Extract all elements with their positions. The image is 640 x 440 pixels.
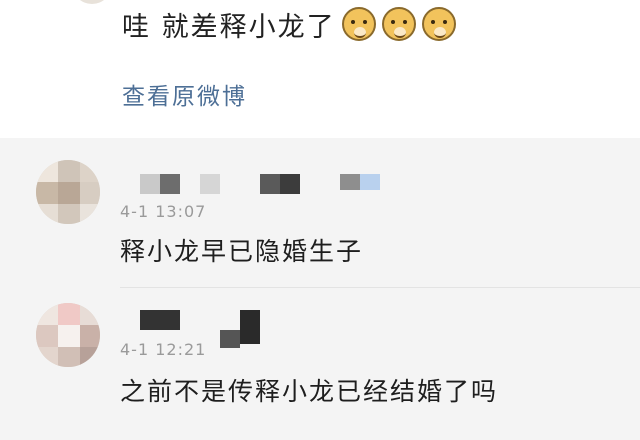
doge-icon bbox=[341, 7, 376, 41]
doge-icon bbox=[381, 7, 416, 41]
doge-icon bbox=[421, 7, 456, 41]
avatar-mosaic-tile bbox=[58, 160, 80, 182]
avatar-mosaic-tile bbox=[36, 325, 58, 347]
redaction-block bbox=[140, 310, 180, 330]
avatar-mosaic-tile bbox=[58, 182, 80, 204]
redaction-block bbox=[240, 310, 260, 344]
comment-item: 4-1 12:21 之前不是传释小龙已经结婚了吗 bbox=[0, 288, 640, 440]
avatar-mosaic-tile bbox=[58, 204, 80, 224]
redaction-block bbox=[160, 174, 180, 194]
comment-text: 释小龙早已隐婚生子 bbox=[120, 237, 364, 266]
comment-timestamp: 4-1 12:21 bbox=[120, 340, 207, 359]
avatar-mosaic-tile bbox=[36, 160, 58, 182]
emoji-row bbox=[341, 7, 456, 41]
redaction-block bbox=[340, 174, 360, 190]
comment-timestamp: 4-1 13:07 bbox=[120, 202, 207, 221]
comments-section: 4-1 13:07 释小龙早已隐婚生子 4-1 12:21 之前不是传释小龙已经… bbox=[0, 138, 640, 440]
avatar-mosaic-tile bbox=[58, 325, 80, 347]
avatar-mosaic-tile bbox=[58, 347, 80, 367]
comment-text: 之前不是传释小龙已经结婚了吗 bbox=[120, 377, 499, 406]
redaction-block bbox=[220, 330, 240, 348]
avatar-mosaic-tile bbox=[80, 204, 100, 224]
avatar-mosaic-tile bbox=[36, 182, 58, 204]
post-text-row: 哇 就差释小龙了 bbox=[122, 4, 456, 44]
redaction-block bbox=[140, 174, 160, 194]
redaction-block bbox=[280, 174, 300, 194]
avatar-mosaic-tile bbox=[36, 347, 58, 367]
avatar-mosaic-tile bbox=[80, 347, 100, 367]
post-text: 哇 就差释小龙了 bbox=[122, 11, 336, 43]
redaction-block bbox=[360, 174, 380, 190]
avatar-mosaic-tile bbox=[36, 204, 58, 224]
avatar-mosaic-tile bbox=[58, 303, 80, 325]
commenter-avatar[interactable] bbox=[36, 303, 100, 367]
avatar-mosaic-tile bbox=[36, 303, 58, 325]
redaction-block bbox=[200, 174, 220, 194]
avatar[interactable] bbox=[72, 0, 112, 4]
avatar-mosaic-tile bbox=[80, 325, 100, 347]
commenter-avatar[interactable] bbox=[36, 160, 100, 224]
view-original-post-link[interactable]: 查看原微博 bbox=[122, 77, 247, 111]
avatar-mosaic-tile bbox=[80, 182, 100, 204]
avatar-mosaic-tile bbox=[80, 303, 100, 325]
redaction-block bbox=[260, 174, 280, 194]
comment-item: 4-1 13:07 释小龙早已隐婚生子 bbox=[0, 138, 640, 288]
original-post-card: 哇 就差释小龙了 查看原微博 bbox=[0, 0, 640, 138]
avatar-mosaic-tile bbox=[80, 160, 100, 182]
